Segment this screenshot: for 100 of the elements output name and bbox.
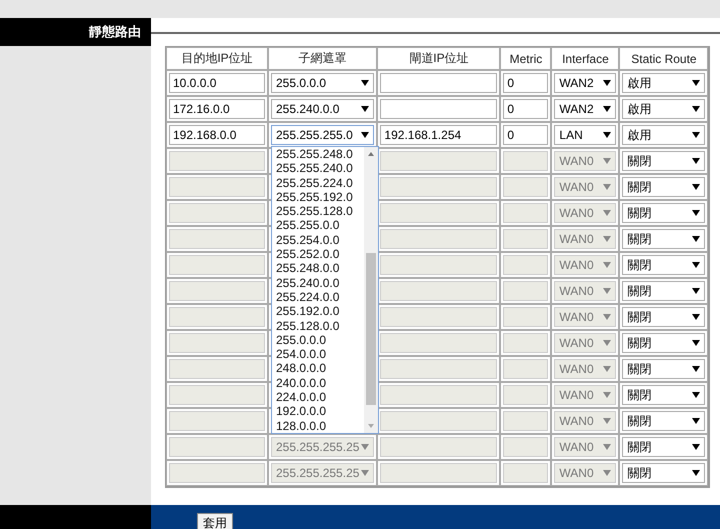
metric-field[interactable] <box>503 463 548 483</box>
interface-select[interactable]: WAN2 <box>554 99 616 119</box>
metric-field[interactable] <box>503 229 548 249</box>
caret-icon <box>692 418 700 424</box>
column-header: Interface <box>551 47 620 70</box>
metric-field[interactable] <box>503 333 548 353</box>
metric-field[interactable] <box>503 255 548 275</box>
caret-icon <box>603 288 612 294</box>
metric-field[interactable]: 0 <box>503 73 548 93</box>
mask-option[interactable]: 255.224.0.0 <box>276 290 364 304</box>
mask-option[interactable]: 240.0.0.0 <box>276 376 364 390</box>
metric-field[interactable] <box>503 307 548 327</box>
mask-option[interactable]: 192.0.0.0 <box>276 404 364 419</box>
metric-field[interactable] <box>503 359 548 379</box>
caret-icon <box>692 314 700 320</box>
gateway-field[interactable] <box>380 281 498 301</box>
apply-button[interactable]: 套用 <box>197 513 233 529</box>
caret-icon <box>361 470 370 476</box>
mask-option[interactable]: 255.255.248.0 <box>276 147 364 162</box>
gateway-field[interactable] <box>380 385 498 405</box>
caret-icon <box>692 340 700 346</box>
caret-icon <box>692 184 700 190</box>
metric-field[interactable]: 0 <box>503 99 548 119</box>
caret-icon <box>692 366 700 372</box>
caret-icon <box>692 132 700 138</box>
caret-icon <box>603 392 612 398</box>
caret-icon <box>361 80 370 86</box>
caret-icon <box>692 210 700 216</box>
mask-option[interactable]: 255.252.0.0 <box>276 247 364 262</box>
gateway-field[interactable] <box>380 411 498 431</box>
mask-option[interactable]: 255.255.240.0 <box>276 161 364 176</box>
gateway-field[interactable] <box>380 177 498 197</box>
caret-icon <box>692 444 700 450</box>
caret-icon <box>692 392 700 398</box>
section-title: 靜態路由 <box>89 23 141 41</box>
caret-icon <box>692 262 700 268</box>
metric-field[interactable] <box>503 437 548 457</box>
column-header: Metric <box>500 47 552 70</box>
metric-field[interactable] <box>503 385 548 405</box>
caret-icon <box>692 470 700 476</box>
caret-icon <box>603 80 612 86</box>
mask-option[interactable]: 254.0.0.0 <box>276 347 364 362</box>
metric-field[interactable] <box>503 203 548 223</box>
gateway-field[interactable] <box>380 229 498 249</box>
caret-icon <box>603 444 612 450</box>
mask-select[interactable]: 255.0.0.0 <box>271 73 374 93</box>
gateway-field[interactable] <box>380 99 498 119</box>
metric-field[interactable] <box>503 411 548 431</box>
caret-icon <box>361 132 370 138</box>
gateway-field[interactable]: 192.168.1.254 <box>380 125 498 145</box>
gateway-field[interactable] <box>380 307 498 327</box>
caret-icon <box>692 158 700 164</box>
interface-select[interactable]: WAN2 <box>554 73 616 93</box>
metric-field[interactable] <box>503 151 548 171</box>
route-select[interactable]: 啟用 <box>622 125 706 145</box>
caret-icon <box>603 158 612 164</box>
route-select[interactable]: 啟用 <box>622 99 706 119</box>
caret-icon <box>361 444 370 450</box>
route-select[interactable]: 啟用 <box>622 73 706 93</box>
caret-icon <box>603 340 612 346</box>
mask-option[interactable]: 255.255.192.0 <box>276 190 364 204</box>
scrollbar[interactable] <box>364 147 378 433</box>
metric-field[interactable] <box>503 177 548 197</box>
gateway-field[interactable] <box>380 333 498 353</box>
column-header: 閘道IP位址 <box>377 47 500 70</box>
mask-select[interactable]: 255.240.0.0 <box>271 99 374 119</box>
mask-select[interactable]: 255.255.255.0 <box>271 125 374 145</box>
caret-icon <box>603 236 612 242</box>
gateway-field[interactable] <box>380 203 498 223</box>
destination-field[interactable]: 10.0.0.0 <box>169 73 265 93</box>
caret-icon <box>603 106 612 112</box>
caret-icon <box>603 470 612 476</box>
caret-icon <box>603 210 612 216</box>
caret-icon <box>603 418 612 424</box>
mask-option[interactable]: 255.255.0.0 <box>276 218 364 233</box>
caret-icon <box>603 184 612 190</box>
gateway-field[interactable] <box>380 437 498 457</box>
caret-icon <box>692 106 700 112</box>
destination-field[interactable]: 172.16.0.0 <box>169 99 265 119</box>
caret-icon <box>603 366 612 372</box>
gateway-field[interactable] <box>380 463 498 483</box>
caret-icon <box>603 314 612 320</box>
column-header: Static Route <box>619 47 708 70</box>
caret-icon <box>603 262 612 268</box>
caret-icon <box>603 132 612 138</box>
destination-field[interactable]: 192.168.0.0 <box>169 125 265 145</box>
gateway-field[interactable] <box>380 73 498 93</box>
caret-icon <box>692 236 700 242</box>
gateway-field[interactable] <box>380 359 498 379</box>
metric-field[interactable]: 0 <box>503 125 548 145</box>
interface-select[interactable]: LAN <box>554 125 616 145</box>
gateway-field[interactable] <box>380 151 498 171</box>
caret-icon <box>692 288 700 294</box>
column-header: 目的地IP位址 <box>166 47 268 70</box>
gateway-field[interactable] <box>380 255 498 275</box>
mask-option[interactable]: 255.240.0.0 <box>276 276 364 290</box>
column-header: 子網遮罩 <box>268 47 378 70</box>
caret-icon <box>361 106 370 112</box>
metric-field[interactable] <box>503 281 548 301</box>
mask-option[interactable]: 255.128.0.0 <box>276 318 364 333</box>
